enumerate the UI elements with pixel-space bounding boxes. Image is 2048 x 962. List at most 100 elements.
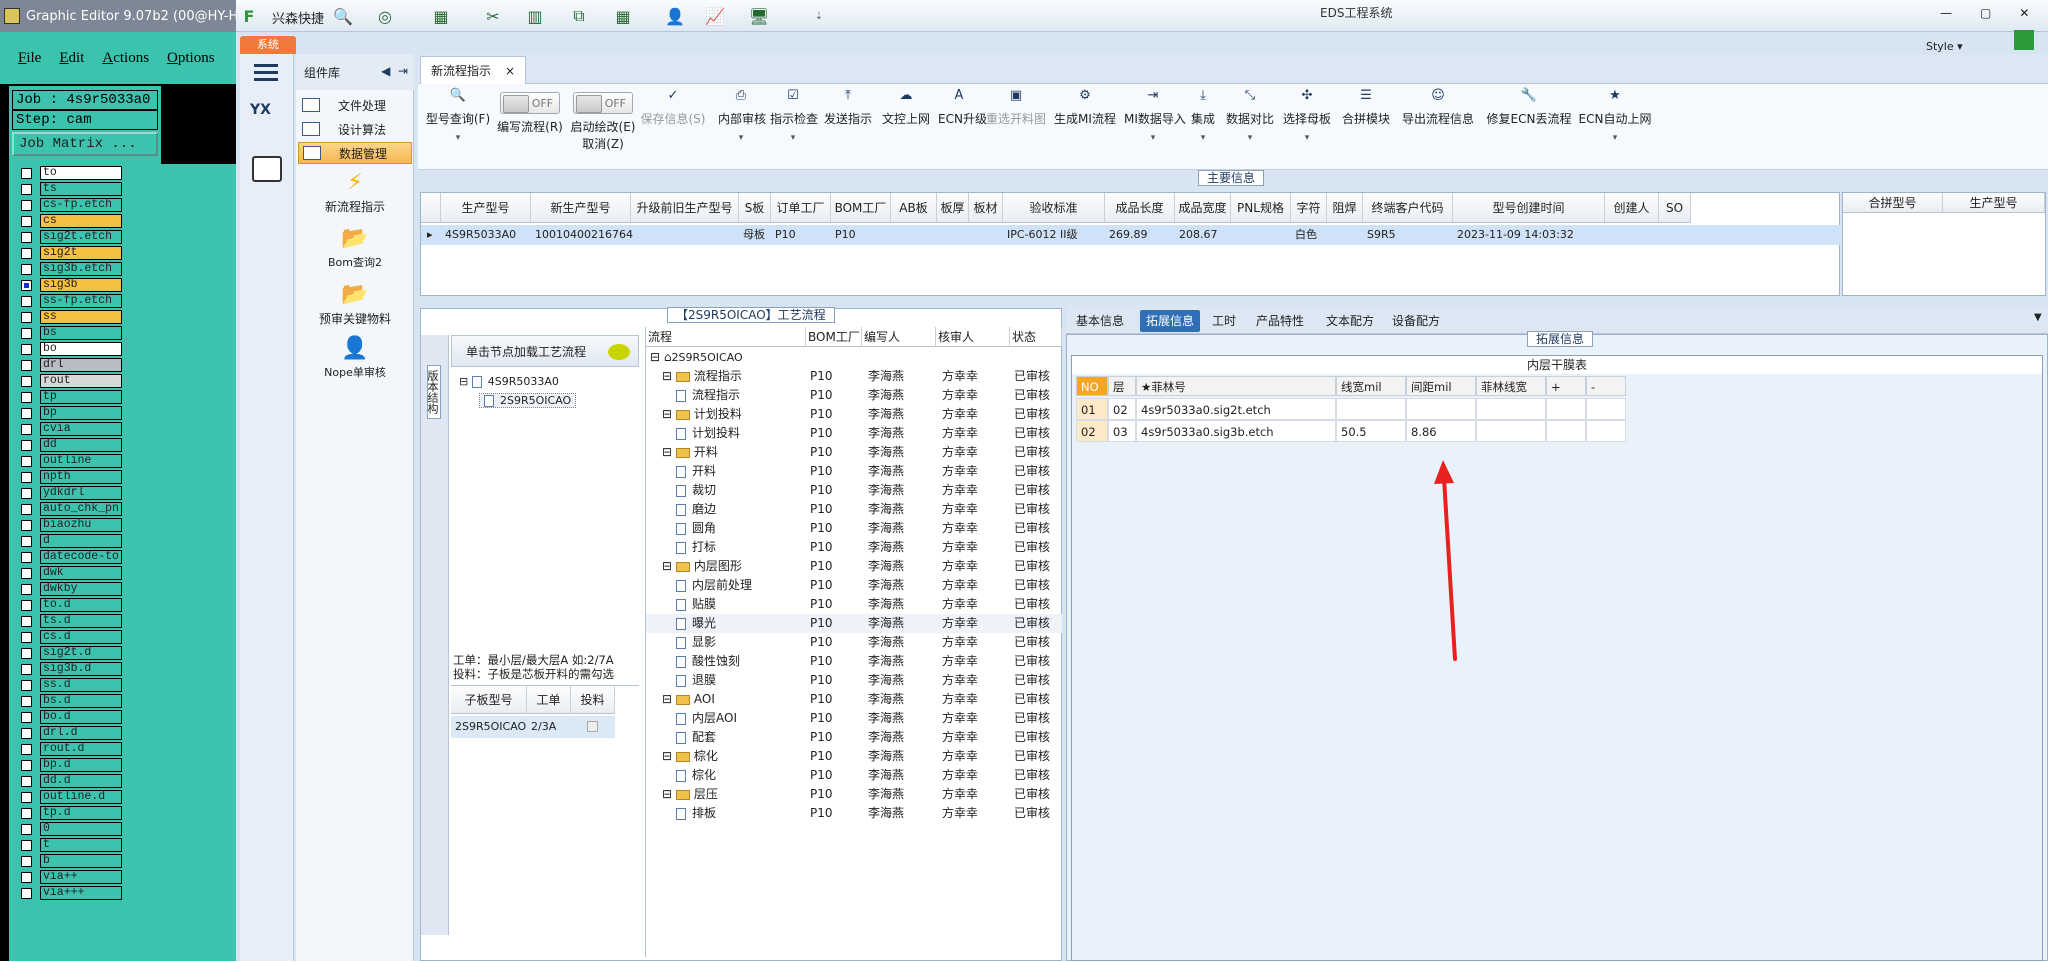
layer-row[interactable]: dwkby xyxy=(21,582,141,596)
bom-query2-item[interactable]: 📂 Bom查询2 xyxy=(296,226,414,270)
column-header[interactable]: 字符 xyxy=(1291,193,1327,223)
toolbar-button[interactable]: ⤡ 数据对比 ▾ xyxy=(1226,84,1274,164)
column-header[interactable]: BOM工厂 xyxy=(831,193,891,223)
layer-row[interactable]: auto_chk_pn xyxy=(21,502,141,516)
layer-checkbox[interactable] xyxy=(21,823,32,835)
layer-checkbox[interactable] xyxy=(21,215,32,227)
layer-checkbox[interactable] xyxy=(21,807,32,819)
layer-row[interactable]: tp.d xyxy=(21,806,141,820)
toolbar-button[interactable]: A ECN升级 xyxy=(938,84,987,164)
layer-row[interactable]: bo xyxy=(21,342,141,356)
toggle-switch[interactable]: OFF xyxy=(500,92,560,114)
layer-row[interactable]: ss.d xyxy=(21,678,141,692)
column-header[interactable]: 生产型号 xyxy=(441,193,531,223)
flow-row[interactable]: 酸性蚀刻 P10 李海燕 方幸幸 已审核 xyxy=(646,652,1062,671)
layer-checkbox[interactable] xyxy=(21,471,32,483)
layer-row[interactable]: sig2t.d xyxy=(21,646,141,660)
layer-row[interactable]: drl xyxy=(21,358,141,372)
layer-checkbox[interactable] xyxy=(21,567,32,579)
layer-checkbox[interactable] xyxy=(21,519,32,531)
layer-checkbox[interactable] xyxy=(21,327,32,339)
grid-icon[interactable]: ▦ xyxy=(612,6,634,26)
flow-row[interactable]: 流程指示 P10 李海燕 方幸幸 已审核 xyxy=(646,386,1062,405)
layer-row[interactable]: bo.d xyxy=(21,710,141,724)
layer-checkbox[interactable] xyxy=(21,551,32,563)
layer-row[interactable]: bs.d xyxy=(21,694,141,708)
detail-tab[interactable]: 产品特性 xyxy=(1250,310,1310,332)
toolbar-button[interactable]: ⇥ MI数据导入 ▾ xyxy=(1124,84,1186,164)
toolbar-button[interactable]: 🔧 修复ECN丢流程 xyxy=(1486,84,1572,164)
layer-checkbox[interactable] xyxy=(21,855,32,867)
layer-row[interactable]: ss xyxy=(21,310,141,324)
layer-checkbox[interactable] xyxy=(21,311,32,323)
flow-row[interactable]: 棕化 P10 李海燕 方幸幸 已审核 xyxy=(646,766,1062,785)
menu-edit[interactable]: Edit xyxy=(59,50,84,67)
flow-row[interactable]: 开料 P10 李海燕 方幸幸 已审核 xyxy=(646,462,1062,481)
table-row[interactable]: 2S9R5OICAO 2/3A xyxy=(451,716,615,738)
flow-row[interactable]: 裁切 P10 李海燕 方幸幸 已审核 xyxy=(646,481,1062,500)
flow-row[interactable]: 打标 P10 李海燕 方幸幸 已审核 xyxy=(646,538,1062,557)
column-header[interactable]: 升级前旧生产型号 xyxy=(631,193,739,223)
column-header[interactable]: 新生产型号 xyxy=(531,193,631,223)
layer-checkbox[interactable] xyxy=(21,535,32,547)
layer-checkbox[interactable] xyxy=(21,455,32,467)
layer-row[interactable]: sig3b.etch xyxy=(21,262,141,276)
layer-checkbox[interactable] xyxy=(21,727,32,739)
layer-checkbox[interactable] xyxy=(21,199,32,211)
layer-checkbox[interactable] xyxy=(21,391,32,403)
column-header[interactable]: 终端客户代码 xyxy=(1363,193,1453,223)
toolbar-button[interactable]: ✓ 保存信息(S) xyxy=(636,84,710,164)
layer-checkbox[interactable] xyxy=(21,359,32,371)
layer-row[interactable]: sig2t xyxy=(21,246,141,260)
column-header[interactable]: SO xyxy=(1659,193,1691,223)
column-header[interactable]: 创建人 xyxy=(1605,193,1659,223)
layer-checkbox[interactable] xyxy=(21,183,32,195)
layer-row[interactable]: tp xyxy=(21,390,141,404)
layer-checkbox[interactable] xyxy=(21,487,32,499)
toolbar-button[interactable]: OFF 启动绘改(E) 取消(Z) xyxy=(568,84,638,164)
toolbar-button[interactable]: ✣ 选择母板 ▾ xyxy=(1280,84,1334,164)
detail-tab[interactable]: 基本信息 xyxy=(1070,310,1130,332)
flow-row[interactable]: 计划投料 P10 李海燕 方幸幸 已审核 xyxy=(646,424,1062,443)
column-header[interactable]: 成品宽度 xyxy=(1175,193,1231,223)
column-header[interactable]: PNL规格 xyxy=(1231,193,1291,223)
layer-checkbox[interactable] xyxy=(21,231,32,243)
column-header[interactable]: 订单工厂 xyxy=(771,193,831,223)
layer-row[interactable]: 0 xyxy=(21,822,141,836)
toolbar-button[interactable]: ☑ 指示检查 ▾ xyxy=(770,84,818,164)
layer-row[interactable]: dwk xyxy=(21,566,141,580)
layer-checkbox[interactable] xyxy=(21,743,32,755)
flow-row[interactable]: ⊟ AOI P10 李海燕 方幸幸 已审核 xyxy=(646,690,1062,709)
layer-row[interactable]: outline xyxy=(21,454,141,468)
layer-row[interactable]: ts.d xyxy=(21,614,141,628)
layer-row[interactable]: t xyxy=(21,838,141,852)
layer-checkbox[interactable] xyxy=(21,503,32,515)
layer-row[interactable]: ss-fp.etch xyxy=(21,294,141,308)
column-header[interactable]: 板材 xyxy=(969,193,1003,223)
layer-row[interactable]: cvia xyxy=(21,422,141,436)
minimize-button[interactable]: — xyxy=(1940,6,1952,20)
column-header[interactable]: S板 xyxy=(739,193,771,223)
scissors-icon[interactable]: ✂ xyxy=(482,6,504,26)
layer-row[interactable]: drl.d xyxy=(21,726,141,740)
column-header[interactable]: 验收标准 xyxy=(1003,193,1105,223)
tab-overflow-icon[interactable]: ▼ xyxy=(2034,312,2042,323)
layer-row[interactable]: bs xyxy=(21,326,141,340)
flow-row[interactable]: ⊟ 流程指示 P10 李海燕 方幸幸 已审核 xyxy=(646,367,1062,386)
layer-checkbox[interactable] xyxy=(21,887,32,899)
layer-row[interactable]: via+++ xyxy=(21,886,141,900)
layer-row[interactable]: sig2t.etch xyxy=(21,230,141,244)
flow-row[interactable]: ⊟ 棕化 P10 李海燕 方幸幸 已审核 xyxy=(646,747,1062,766)
component-file-processing[interactable]: 文件处理 xyxy=(298,94,412,116)
layer-checkbox[interactable] xyxy=(21,423,32,435)
layer-checkbox[interactable] xyxy=(21,631,32,643)
layer-row[interactable]: ydkdrl xyxy=(21,486,141,500)
layer-checkbox[interactable] xyxy=(21,295,32,307)
layer-row[interactable]: cs xyxy=(21,214,141,228)
printer-icon[interactable] xyxy=(252,156,282,182)
layer-row[interactable]: bp xyxy=(21,406,141,420)
flow-root-row[interactable]: ⊟ ⌂ 2S9R5OICAO xyxy=(646,348,1062,367)
layer-row[interactable]: to.d xyxy=(21,598,141,612)
menu-options[interactable]: Options xyxy=(167,50,215,67)
toolbar-button[interactable]: ★ ECN自动上网 ▾ xyxy=(1578,84,1652,164)
